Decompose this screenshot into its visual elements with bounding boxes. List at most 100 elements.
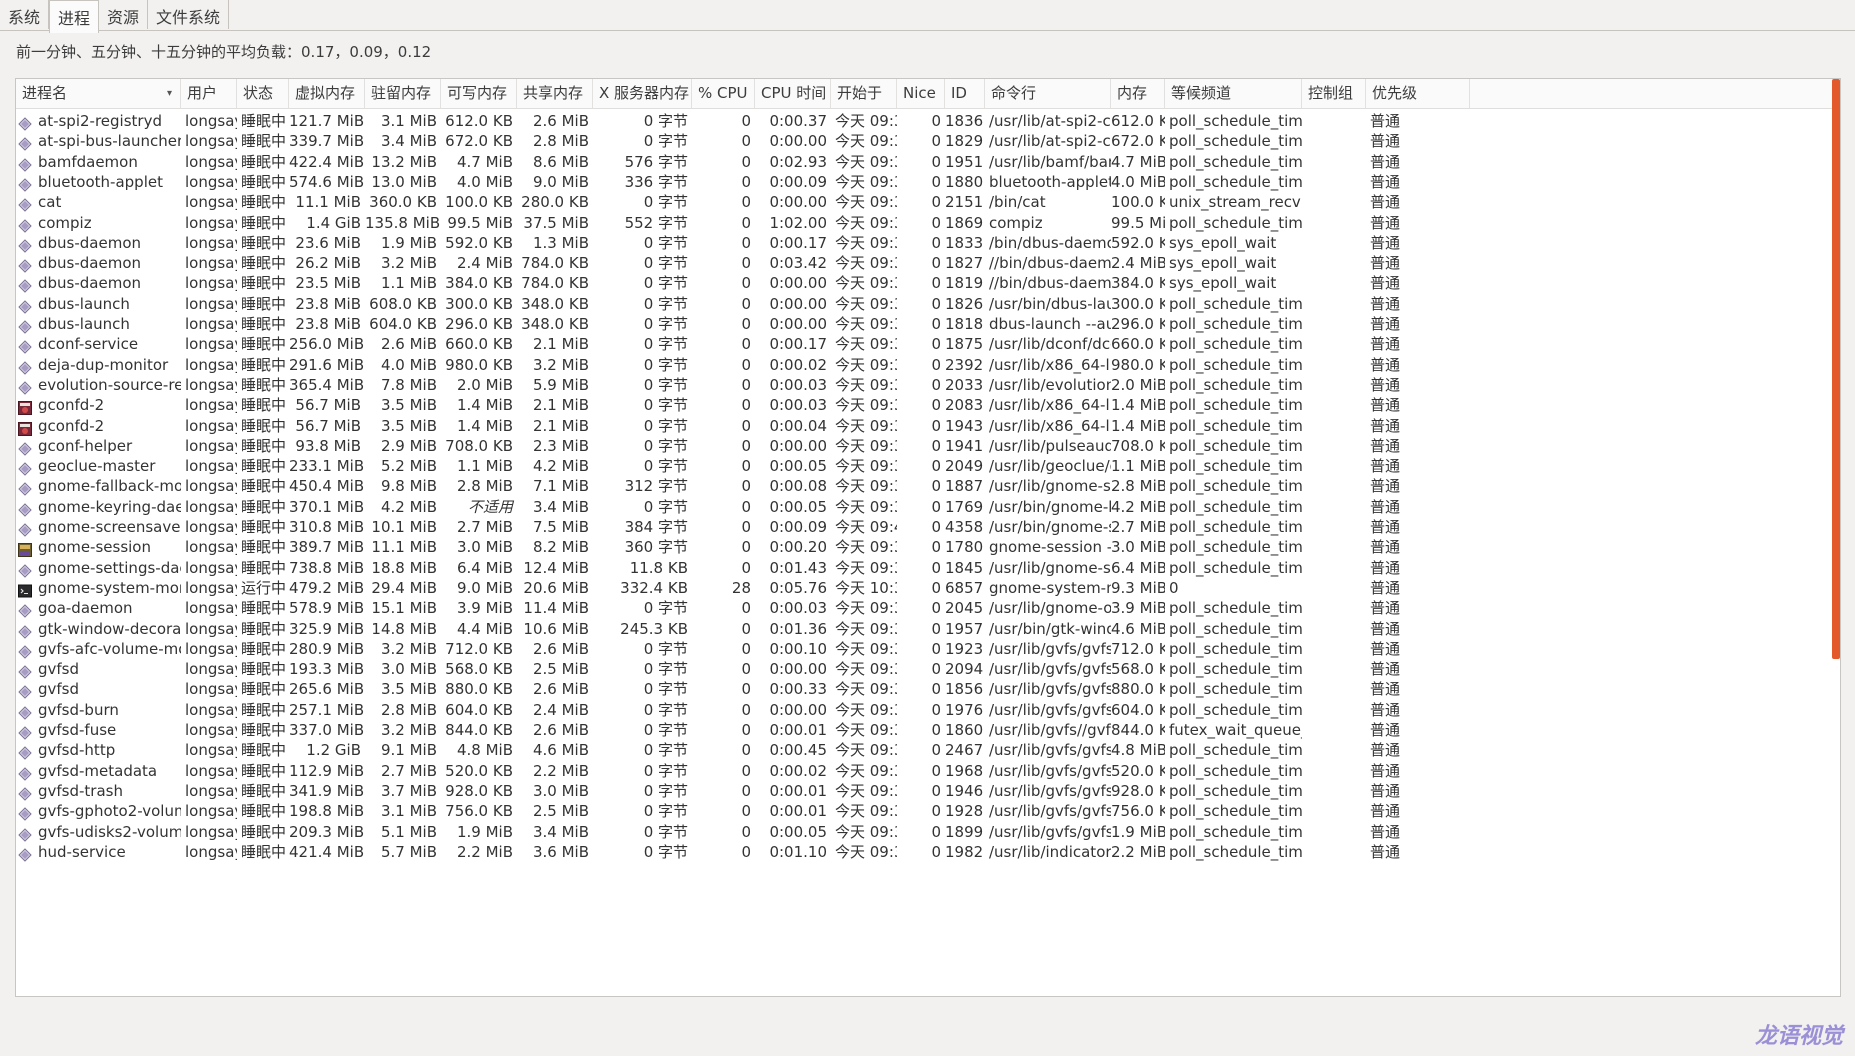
column-header-started[interactable]: 开始于 [831,79,897,108]
process-icon [18,358,32,375]
process-icon [18,479,32,497]
tab-filesystems[interactable]: 文件系统 [148,0,230,29]
process-name: gnome-system-monitor [38,578,181,597]
process-name: gconfd-2 [38,396,105,415]
process-icon [18,175,32,192]
cell-pid: 1982 [945,842,984,861]
process-icon [18,825,32,842]
cell-waiting-channel: poll_schedule_timeout [1169,842,1302,861]
column-header-process-name[interactable]: 进程名 ▾ [16,79,181,108]
cell-resident-memory: 5.7 MiB [380,842,437,861]
cell-process-name: hud-service [16,840,181,864]
column-header-shared-memory[interactable]: 共享内存 [517,79,593,108]
column-header-cpu-percent[interactable]: % CPU [692,79,755,108]
process-icon [18,155,32,172]
process-name: gnome-fallback-mount-helper [38,477,181,496]
column-header-command-line[interactable]: 命令行 [985,79,1111,108]
table-row[interactable]: hud-service longsays睡眠中421.4 MiB 5.7 MiB 2.… [16,840,1826,864]
process-icon [18,540,32,558]
process-name: dbus-launch [38,294,130,313]
process-name: evolution-source-registry [38,375,181,394]
process-name: gnome-session [38,538,151,557]
tab-system[interactable]: 系统 [0,0,50,29]
process-icon [18,662,32,679]
process-name: gvfs-udisks2-volume-monitor [38,822,181,841]
process-icon [18,337,32,355]
process-icon [18,804,32,821]
cell-started: 今天 09:34 [835,842,897,861]
column-header-writable-memory[interactable]: 可写内存 [441,79,517,108]
process-icon [18,601,32,618]
process-icon [18,845,32,862]
column-header-memory[interactable]: 内存 [1111,79,1165,108]
cell-control-group [1302,840,1366,864]
process-name: at-spi-bus-launcher [38,132,181,151]
process-icon [18,682,32,700]
process-icon [18,764,32,781]
column-header-priority[interactable]: 优先级 [1366,79,1470,108]
process-name: dbus-daemon [38,254,142,273]
cell-x-server-memory: 0 字节 [643,842,688,861]
notebook-tabs: 系统 进程 资源 文件系统 [0,0,1855,33]
cell-shared-memory: 3.6 MiB [532,842,589,861]
cell-writable-memory: 2.2 MiB [456,842,513,861]
vertical-scrollbar[interactable] [1832,79,1840,659]
process-icon [18,581,32,598]
process-name: geoclue-master [38,457,156,476]
process-name: gnome-screensaver [38,518,181,536]
cell-virtual-memory: 421.4 MiB [289,842,365,861]
process-name: gvfsd-burn [38,700,119,719]
sort-descending-icon: ▾ [166,88,172,99]
process-name: gvfsd-fuse [38,721,117,739]
column-header-nice[interactable]: Nice [897,79,945,108]
process-name: dbus-daemon [38,233,142,252]
process-icon [18,378,32,395]
column-header-status[interactable]: 状态 [237,79,289,108]
process-name: dbus-daemon [38,274,142,293]
column-header-x-server-memory[interactable]: X 服务器内存 [593,79,692,108]
process-icon [18,500,32,517]
process-name: gvfsd-http [38,741,116,760]
process-name: at-spi2-registryd [38,112,162,130]
cell-command-line: /usr/lib/indicator-appmenu [989,842,1111,861]
column-header-waiting-channel[interactable]: 等候频道 [1165,79,1302,108]
column-header-pid[interactable]: ID [945,79,985,108]
process-icon [18,703,32,720]
process-name: gnome-settings-daemon [38,558,181,577]
process-name: dbus-launch [38,315,130,333]
column-header-cpu-time[interactable]: CPU 时间 [755,79,831,108]
load-average-label: 前一分钟、五分钟、十五分钟的平均负载：0.17，0.09，0.12 [16,43,432,61]
process-icon [18,520,32,537]
process-name: gconf-helper [38,436,133,455]
process-name: gconfd-2 [38,416,105,435]
cell-memory: 2.2 MiB [1111,842,1165,861]
process-name: hud-service [38,842,126,861]
process-icon [18,784,32,801]
cell-priority: 普通 [1370,842,1401,861]
cell-status: 睡眠中 [241,842,287,861]
process-icon [18,236,32,253]
process-name: gnome-keyring-daemon [38,497,181,516]
process-name: gtk-window-decorator [38,619,181,638]
process-name: deja-dup-monitor [38,355,169,374]
process-name: bamfdaemon [38,152,138,171]
process-icon [18,642,32,659]
process-name: goa-daemon [38,599,133,618]
column-header-control-group[interactable]: 控制组 [1302,79,1366,108]
process-name: gvfsd-metadata [38,761,158,780]
process-icon [18,439,32,456]
process-icon [18,743,32,761]
process-icon [18,195,32,212]
column-header-resident-memory[interactable]: 驻留内存 [365,79,441,108]
column-header-virtual-memory[interactable]: 虚拟内存 [289,79,365,108]
tab-processes[interactable]: 进程 [49,0,100,33]
cell-nice: 0 [931,842,941,861]
process-icon [18,317,32,334]
tab-resources[interactable]: 资源 [99,0,149,29]
process-table[interactable]: 进程名 ▾ 用户 状态 虚拟内存 驻留内存 可写内存 共享内存 X 服务器内存% CPU CPU … [15,78,1841,997]
process-icon [18,459,32,476]
process-icon [18,256,32,273]
process-icon [18,297,32,314]
process-name: dconf-service [38,335,139,354]
column-header-user[interactable]: 用户 [181,79,237,108]
